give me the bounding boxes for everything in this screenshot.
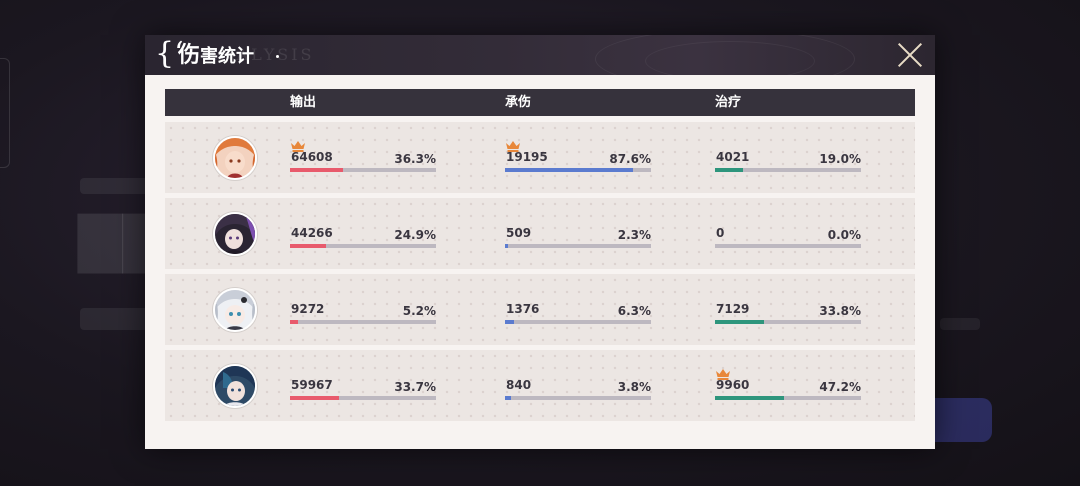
background-blurred-label [80, 178, 150, 194]
damage-bar-track [290, 168, 436, 172]
healing-value: 4021 [716, 150, 750, 164]
damage-stat: 59967 33.7% [290, 350, 436, 421]
healing-value: 7129 [716, 302, 750, 316]
damage-taken-value: 1376 [506, 302, 540, 316]
damage-bar-track [290, 244, 436, 248]
healing-stat: 0 0.0% [715, 198, 861, 269]
stats-row: 9272 5.2% 1376 6.3% 7129 33.8% [165, 274, 915, 345]
damage-taken-bar-track [505, 320, 651, 324]
header-decoration-inner [645, 41, 815, 75]
damage-taken-bar-track [505, 168, 651, 172]
damage-bar-track [290, 320, 436, 324]
healing-percent: 19.0% [819, 152, 861, 166]
table-header: 输出 承伤 治疗 [165, 89, 915, 116]
damage-taken-percent: 2.3% [617, 228, 651, 242]
healing-bar-track [715, 396, 861, 400]
damage-taken-stat: 1376 6.3% [505, 274, 651, 345]
damage-value: 64608 [291, 150, 333, 164]
stats-row: 64608 36.3% 19195 87.6% 4021 19.0% [165, 122, 915, 193]
panel-title: 伤害统计 [178, 43, 254, 69]
crown-icon [715, 365, 731, 380]
damage-taken-stat: 509 2.3% [505, 198, 651, 269]
damage-taken-percent: 87.6% [609, 152, 651, 166]
damage-stat: 64608 36.3% [290, 122, 436, 193]
damage-bar-track [290, 396, 436, 400]
column-header-damage-taken: 承伤 [505, 95, 532, 110]
damage-taken-bar-track [505, 244, 651, 248]
healing-bar-fill [715, 168, 743, 172]
damage-stat: 9272 5.2% [290, 274, 436, 345]
healing-percent: 33.8% [819, 304, 861, 318]
healing-bar-track [715, 168, 861, 172]
damage-taken-value: 840 [506, 378, 532, 392]
crown-icon [505, 137, 521, 152]
stats-row: 44266 24.9% 509 2.3% 0 0.0% [165, 198, 915, 269]
character-avatar-blue-hair[interactable] [213, 364, 257, 408]
column-header-damage: 输出 [290, 95, 317, 110]
damage-bar-fill [290, 320, 298, 324]
damage-taken-value: 509 [506, 226, 532, 240]
damage-taken-value: 19195 [506, 150, 548, 164]
damage-stats-panel: ANALYSIS {‘ 伤害统计 输出 承伤 治疗 64608 36.3% 1919… [145, 35, 935, 449]
close-button[interactable] [889, 35, 929, 75]
title-dot-icon [276, 55, 279, 58]
damage-stat: 44266 24.9% [290, 198, 436, 269]
healing-value: 0 [716, 226, 725, 240]
healing-value: 9960 [716, 378, 750, 392]
damage-percent: 5.2% [402, 304, 436, 318]
damage-bar-fill [290, 396, 340, 400]
healing-percent: 47.2% [819, 380, 861, 394]
damage-taken-stat: 19195 87.6% [505, 122, 651, 193]
healing-stat: 7129 33.8% [715, 274, 861, 345]
character-avatar-silver-hair[interactable] [213, 288, 257, 332]
panel-title-first-char: 伤 [178, 42, 201, 68]
background-blurred-line-right [940, 318, 980, 330]
damage-value: 44266 [291, 226, 333, 240]
damage-taken-bar-fill [505, 168, 633, 172]
damage-taken-percent: 6.3% [617, 304, 651, 318]
damage-taken-bar-fill [505, 320, 515, 324]
damage-value: 59967 [291, 378, 333, 392]
damage-taken-bar-track [505, 396, 651, 400]
panel-title-rest: 害统计 [200, 46, 255, 67]
healing-bar-track [715, 244, 861, 248]
damage-taken-bar-fill [505, 396, 511, 400]
damage-taken-bar-fill [505, 244, 509, 248]
damage-taken-percent: 3.8% [617, 380, 651, 394]
damage-bar-fill [290, 244, 327, 248]
damage-percent: 24.9% [394, 228, 436, 242]
crown-icon [290, 137, 306, 152]
healing-bar-track [715, 320, 861, 324]
damage-taken-stat: 840 3.8% [505, 350, 651, 421]
character-avatar-orange-hair[interactable] [213, 136, 257, 180]
stats-row: 59967 33.7% 840 3.8% 9960 47.2% [165, 350, 915, 421]
healing-bar-fill [715, 396, 784, 400]
damage-percent: 33.7% [394, 380, 436, 394]
healing-stat: 4021 19.0% [715, 122, 861, 193]
background-side-handle [0, 58, 10, 168]
character-avatar-dark-hair[interactable] [213, 212, 257, 256]
column-header-healing: 治疗 [715, 95, 742, 110]
healing-stat: 9960 47.2% [715, 350, 861, 421]
damage-value: 9272 [291, 302, 325, 316]
healing-bar-fill [715, 320, 765, 324]
damage-bar-fill [290, 168, 343, 172]
damage-percent: 36.3% [394, 152, 436, 166]
panel-header: ANALYSIS {‘ 伤害统计 [145, 35, 935, 75]
healing-percent: 0.0% [827, 228, 861, 242]
